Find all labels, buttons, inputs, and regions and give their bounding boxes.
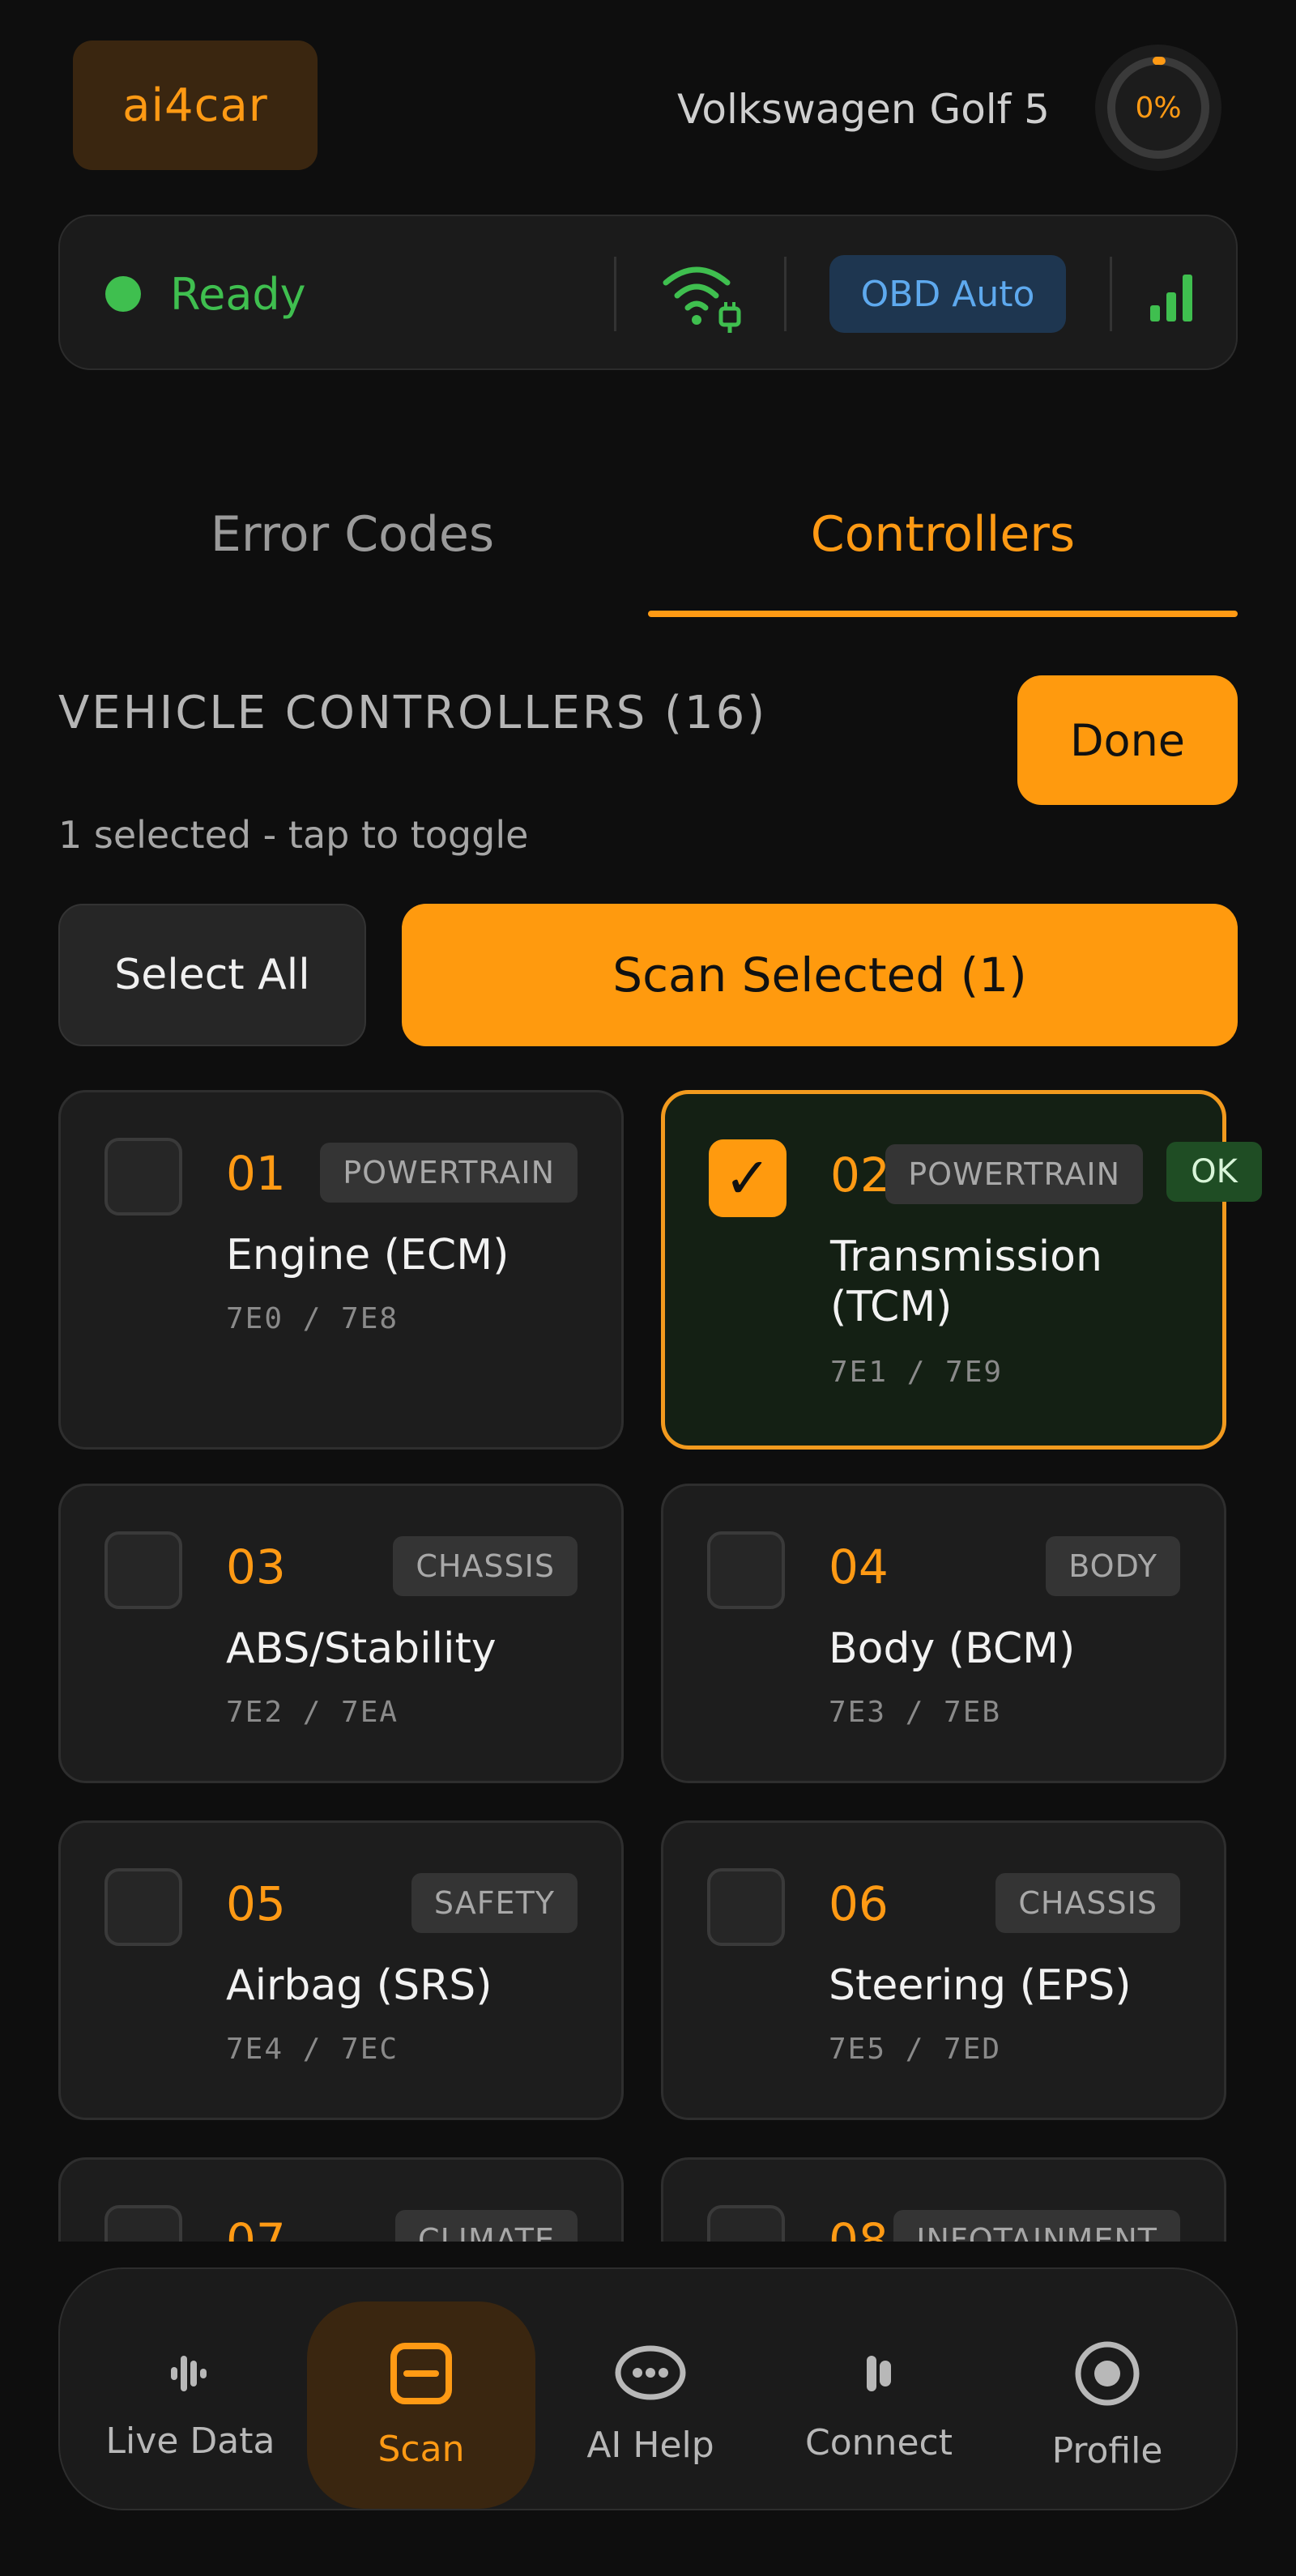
controller-address: 7E5 / 7ED <box>829 2032 1002 2066</box>
controller-number: 05 <box>226 1876 286 1931</box>
controller-category-badge: INFOTAINMENT <box>893 2210 1180 2242</box>
divider <box>1110 257 1112 331</box>
controller-card-03[interactable]: 03 CHASSIS ABS/Stability 7E2 / 7EA <box>58 1484 624 1783</box>
nav-connect[interactable]: Connect <box>765 2301 993 2509</box>
controller-address: 7E0 / 7E8 <box>226 1301 399 1335</box>
controller-checkbox[interactable] <box>707 1868 785 1946</box>
tab-error-codes[interactable]: Error Codes <box>58 494 646 575</box>
controller-category-badge: CHASSIS <box>995 1873 1180 1933</box>
selection-hint: 1 selected - tap to toggle <box>58 813 529 857</box>
controller-checkbox[interactable] <box>104 1138 182 1216</box>
section-title: VEHICLE CONTROLLERS (16) <box>58 686 768 739</box>
controller-card-07[interactable]: 07 CLIMATE <box>58 2157 624 2242</box>
controller-card-06[interactable]: 06 CHASSIS Steering (EPS) 7E5 / 7ED <box>661 1820 1226 2120</box>
controller-checkbox[interactable] <box>707 2205 785 2242</box>
tab-controllers[interactable]: Controllers <box>648 494 1238 575</box>
nav-scan[interactable]: Scan <box>307 2301 535 2509</box>
chat-icon <box>615 2345 686 2399</box>
app-screen: ai4car Volkswagen Golf 5 0% Ready OBD Au… <box>0 0 1296 2576</box>
controller-number: 08 <box>829 2213 889 2242</box>
controller-category-badge: POWERTRAIN <box>885 1144 1143 1204</box>
profile-icon <box>1075 2341 1140 2405</box>
controller-category-badge: SAFETY <box>411 1873 578 1933</box>
controller-number: 04 <box>829 1539 889 1595</box>
nav-label: AI Help <box>586 2424 714 2466</box>
connection-status-bar: Ready OBD Auto <box>58 215 1238 370</box>
nav-label: Profile <box>1051 2429 1163 2472</box>
controller-card-05[interactable]: 05 SAFETY Airbag (SRS) 7E4 / 7EC <box>58 1820 624 2120</box>
controller-address: 7E1 / 7E9 <box>830 1355 1004 1389</box>
controller-card-08[interactable]: 08 INFOTAINMENT <box>661 2157 1226 2242</box>
controller-address: 7E2 / 7EA <box>226 1695 399 1729</box>
divider <box>614 257 616 331</box>
controller-category-badge: BODY <box>1046 1536 1180 1596</box>
nav-live-data[interactable]: Live Data <box>76 2301 305 2509</box>
vehicle-name[interactable]: Volkswagen Golf 5 <box>677 81 1050 138</box>
status-text: Ready <box>170 268 306 320</box>
controller-address: 7E3 / 7EB <box>829 1695 1002 1729</box>
controller-category-badge: POWERTRAIN <box>320 1143 578 1203</box>
controller-name: ABS/Stability <box>226 1624 497 1673</box>
controller-name: Airbag (SRS) <box>226 1961 492 2010</box>
done-button[interactable]: Done <box>1017 675 1238 805</box>
scan-progress-ring: 0% <box>1095 45 1221 171</box>
controller-category-badge: CHASSIS <box>393 1536 578 1596</box>
controller-name: Body (BCM) <box>829 1624 1076 1673</box>
divider <box>784 257 787 331</box>
controller-checkbox[interactable] <box>104 1868 182 1946</box>
controller-address: 7E4 / 7EC <box>226 2032 399 2066</box>
controller-number: 06 <box>829 1876 889 1931</box>
controller-number: 02 <box>830 1147 890 1203</box>
nav-label: Connect <box>805 2421 953 2463</box>
controller-name: Transmission (TCM) <box>830 1233 1102 1331</box>
controller-card-02[interactable]: ✓ 02 POWERTRAIN Transmission (TCM) 7E1 /… <box>661 1090 1226 1450</box>
nav-profile[interactable]: Profile <box>993 2301 1221 2509</box>
scan-icon <box>390 2342 452 2404</box>
controller-category-badge: CLIMATE <box>395 2210 578 2242</box>
wifi-adapter-icon[interactable] <box>659 258 748 336</box>
controller-checkbox[interactable] <box>104 2205 182 2242</box>
nav-label: Scan <box>377 2428 465 2470</box>
nav-label: Live Data <box>105 2420 275 2462</box>
controller-name: Engine (ECM) <box>226 1231 509 1279</box>
controller-card-04[interactable]: 04 BODY Body (BCM) 7E3 / 7EB <box>661 1484 1226 1783</box>
plug-icon <box>867 2355 891 2391</box>
obd-protocol-badge[interactable]: OBD Auto <box>829 255 1066 333</box>
controller-card-01[interactable]: 01 POWERTRAIN Engine (ECM) 7E0 / 7E8 <box>58 1090 624 1450</box>
select-all-button[interactable]: Select All <box>58 904 366 1046</box>
controller-number: 03 <box>226 1539 286 1595</box>
progress-label: 0% <box>1135 91 1182 125</box>
controller-number: 07 <box>226 2213 286 2242</box>
checkmark-icon[interactable]: ✓ <box>709 1139 787 1217</box>
nav-ai-help[interactable]: AI Help <box>536 2301 765 2509</box>
controller-checkbox[interactable] <box>104 1531 182 1609</box>
controller-status-badge: OK <box>1166 1142 1262 1202</box>
signal-strength-icon <box>1150 275 1192 321</box>
controller-grid[interactable]: 01 POWERTRAIN Engine (ECM) 7E0 / 7E8 ✓ 0… <box>0 1077 1296 2242</box>
bottom-navigation: Live Data Scan AI Help Connect Profile <box>58 2267 1238 2510</box>
waveform-icon <box>171 2355 207 2391</box>
controller-number: 01 <box>226 1146 286 1201</box>
active-tab-indicator <box>648 611 1238 617</box>
logo-text: ai4car <box>122 79 268 132</box>
controller-checkbox[interactable] <box>707 1531 785 1609</box>
controller-name: Steering (EPS) <box>829 1961 1132 2010</box>
app-logo: ai4car <box>73 40 318 170</box>
status-dot-icon <box>105 276 141 312</box>
scan-selected-button[interactable]: Scan Selected (1) <box>402 904 1238 1046</box>
